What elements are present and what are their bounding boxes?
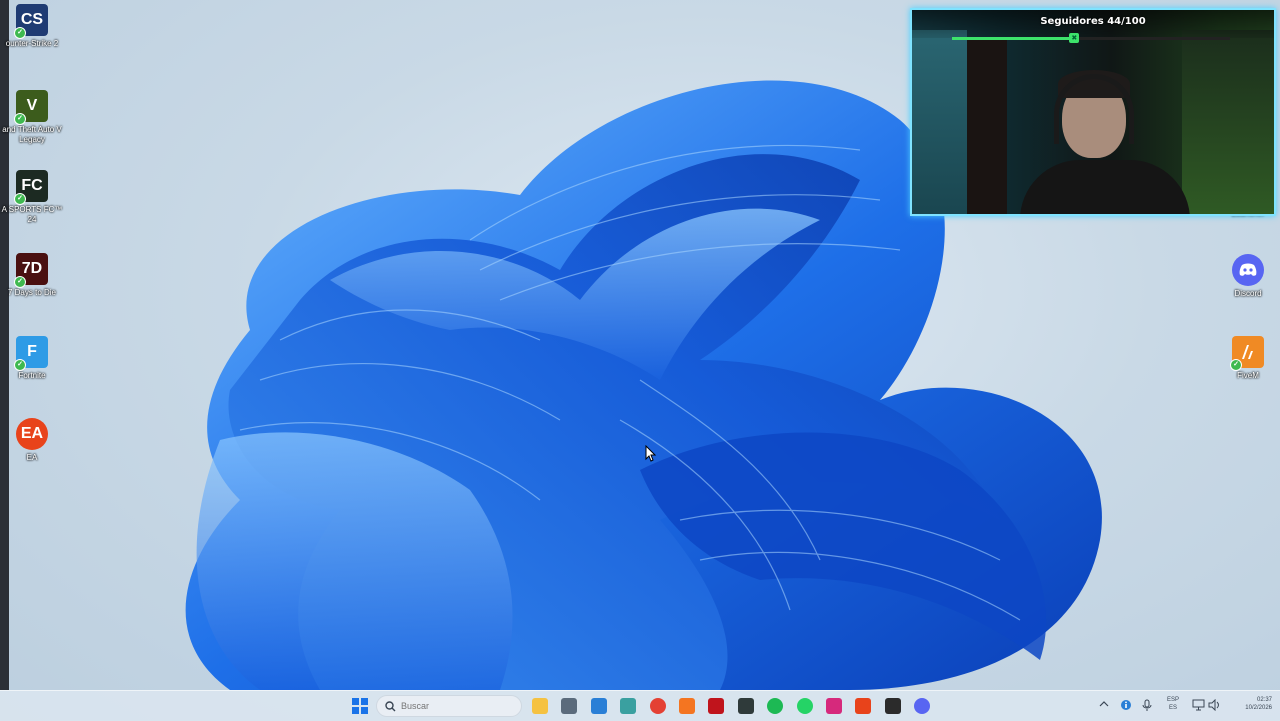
ea-sports-fc-icon: FC ✓ [14, 170, 48, 205]
info-circle-icon [1121, 700, 1131, 710]
show-hidden-icons-button[interactable] [1099, 700, 1109, 710]
whatsapp-taskbar-button[interactable] [795, 696, 815, 716]
desktop-icon-label: and Theft Auto V Legacy [2, 125, 62, 144]
microphone-tray-button[interactable] [1142, 699, 1152, 714]
streamlabs-taskbar-button[interactable] [736, 696, 756, 716]
chrome-taskbar-button[interactable] [648, 696, 668, 716]
instagram-icon [826, 698, 842, 714]
desktop-icon-ea-sports-fc[interactable]: FC ✓ A SPORTS FC™ 24 [0, 170, 64, 225]
keyboard-layout-code: ES [1168, 705, 1177, 711]
follower-progress-fill [952, 37, 1075, 40]
follower-goal-text: Seguidores 44/100 [1040, 16, 1146, 27]
discord-taskbar-taskbar-button[interactable] [912, 696, 932, 716]
clock-button[interactable]: 02:37 10/2/2026 [1228, 696, 1272, 712]
desktop-icon-label: FiveM [1237, 371, 1259, 380]
mouse-cursor-icon [645, 445, 657, 462]
microphone-icon [1142, 699, 1152, 711]
counter-strike-icon: CS ✓ [14, 4, 48, 39]
desktop: CS ✓ ounter-Strike 2 V ✓ and Theft Auto … [0, 0, 1280, 690]
sync-check-icon: ✓ [14, 193, 26, 205]
network-tray-button[interactable] [1192, 699, 1205, 713]
desktop-icon-discord[interactable]: Discord [1216, 254, 1280, 299]
follower-progress-track: ✖ [952, 33, 1230, 43]
ea-taskbar-icon [855, 698, 871, 714]
ea-app-icon: EA [16, 418, 48, 450]
network-monitor-icon [1192, 699, 1205, 711]
task-manager-taskbar-button[interactable] [618, 696, 638, 716]
chrome-icon [650, 698, 666, 714]
tray-app-icon[interactable] [1120, 699, 1132, 713]
spotify-taskbar-button[interactable] [765, 696, 785, 716]
file-explorer-icon [532, 698, 548, 714]
webcam-overlay: Seguidores 44/100 ✖ [910, 8, 1276, 216]
follower-goal-bar: Seguidores 44/100 ✖ [912, 10, 1274, 43]
microsoft-store-taskbar-button[interactable] [559, 696, 579, 716]
taskbar-search[interactable] [376, 695, 522, 717]
file-explorer-taskbar-button[interactable] [530, 696, 550, 716]
sync-check-icon: ✓ [14, 27, 26, 39]
headset [1054, 74, 1134, 144]
desktop-icon-fortnite[interactable]: F ✓ Fortnite [0, 336, 64, 381]
fivem-icon: ✓ [1230, 336, 1264, 371]
microsoft-store-icon [561, 698, 577, 714]
app-red-taskbar-button[interactable] [706, 696, 726, 716]
task-manager-icon [620, 698, 636, 714]
chevron-up-icon [1099, 701, 1109, 707]
start-button[interactable] [350, 696, 370, 716]
app-red-icon [708, 698, 724, 714]
desktop-icon-label: EA [26, 453, 38, 462]
clock-date: 10/2/2026 [1245, 705, 1272, 711]
discord-icon [1232, 254, 1264, 286]
volume-tray-button[interactable] [1208, 698, 1221, 713]
desktop-icon-counter-strike[interactable]: CS ✓ ounter-Strike 2 [0, 4, 64, 49]
desktop-icon-7-days-to-die[interactable]: 7D ✓ 7 Days to Die [0, 253, 64, 298]
discord-taskbar-icon [914, 698, 930, 714]
obs-taskbar-button[interactable] [883, 696, 903, 716]
search-input[interactable] [401, 699, 511, 713]
desktop-icon-label: Fortnite [18, 371, 46, 380]
sync-check-icon: ✓ [14, 359, 26, 371]
whatsapp-icon [797, 698, 813, 714]
obs-icon [885, 698, 901, 714]
sync-check-icon: ✓ [14, 113, 26, 125]
photos-icon [591, 698, 607, 714]
input-language-button[interactable]: ESP ES [1162, 696, 1184, 712]
gta-v-icon: V ✓ [14, 90, 48, 125]
follower-progress-knob: ✖ [1069, 33, 1080, 43]
taskbar: ESP ES 02:37 10/2/2026 [0, 690, 1280, 721]
desktop-icon-gta-v[interactable]: V ✓ and Theft Auto V Legacy [0, 90, 64, 145]
sync-check-icon: ✓ [14, 276, 26, 288]
photos-taskbar-button[interactable] [589, 696, 609, 716]
desktop-icon-label: A SPORTS FC™ 24 [1, 205, 63, 224]
windows-logo-icon [352, 698, 368, 714]
seven-days-to-die-icon: 7D ✓ [14, 253, 48, 288]
instagram-taskbar-button[interactable] [824, 696, 844, 716]
desktop-icon-label: ounter-Strike 2 [5, 39, 59, 48]
clock-time: 02:37 [1256, 697, 1272, 703]
sync-check-icon: ✓ [1230, 359, 1242, 371]
desktop-icon-fivem[interactable]: ✓ FiveM [1216, 336, 1280, 381]
language-code: ESP [1166, 697, 1179, 703]
crunchyroll-icon [679, 698, 695, 714]
ea-taskbar-taskbar-button[interactable] [853, 696, 873, 716]
desktop-icon-ea[interactable]: EA EA [0, 418, 64, 463]
crunchyroll-taskbar-button[interactable] [677, 696, 697, 716]
desktop-icon-label: 7 Days to Die [7, 288, 57, 297]
spotify-icon [767, 698, 783, 714]
speaker-icon [1208, 698, 1219, 712]
search-icon [385, 701, 396, 712]
desktop-icon-label: Discord [1234, 289, 1262, 298]
streamlabs-icon [738, 698, 754, 714]
fortnite-icon: F ✓ [14, 336, 48, 371]
